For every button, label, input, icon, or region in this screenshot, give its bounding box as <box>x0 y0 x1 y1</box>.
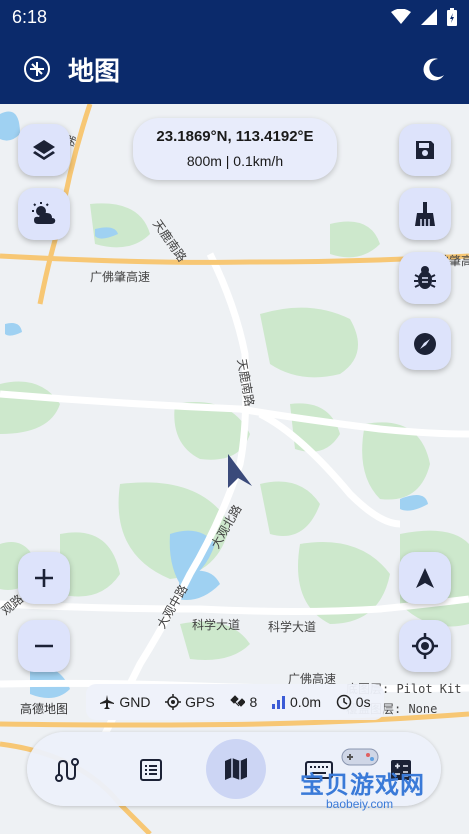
clock-icon <box>336 694 352 710</box>
debug-button[interactable] <box>399 252 451 304</box>
weather-button[interactable] <box>18 188 70 240</box>
broom-icon <box>415 202 435 226</box>
gps-icon <box>165 694 182 710</box>
watermark: 宝贝游戏网 baobeiy.com <box>300 745 450 815</box>
airplane-icon <box>100 695 115 709</box>
battery-icon <box>447 8 457 26</box>
road-label: 广佛肇高速 <box>90 270 151 284</box>
zoom-in-button[interactable] <box>18 552 70 604</box>
coordinates: 23.1869°N, 113.4192°E <box>156 128 314 145</box>
nav-list[interactable] <box>123 742 179 798</box>
compass-icon <box>414 333 436 355</box>
layers-button[interactable] <box>18 124 70 176</box>
bug-icon <box>414 266 436 289</box>
my-location-icon <box>412 633 438 659</box>
zoom-out-button[interactable] <box>18 620 70 672</box>
gps-status: GPS <box>165 694 215 710</box>
locate-button[interactable] <box>399 620 451 672</box>
navigate-button[interactable] <box>399 552 451 604</box>
flight-mode: GND <box>99 694 150 710</box>
layers-icon <box>33 140 55 160</box>
page-title: 地图 <box>68 56 121 87</box>
list-icon <box>140 759 162 781</box>
coordinate-readout: 23.1869°N, 113.4192°E 800m | 0.1km/h <box>133 118 337 180</box>
signal-icon <box>421 9 437 25</box>
navigation-arrow-icon <box>416 568 434 588</box>
map-icon <box>225 758 247 780</box>
compass-button[interactable] <box>399 318 451 370</box>
clear-button[interactable] <box>399 188 451 240</box>
status-icons <box>391 8 457 26</box>
road-label: 科学大道 <box>268 620 317 634</box>
satellite-count: 8 <box>229 694 257 710</box>
drone-position-icon <box>228 454 252 488</box>
flight-status-bar: GND GPS 8 0.0m 0s <box>86 684 384 720</box>
app-logo-icon <box>24 56 50 82</box>
save-button[interactable] <box>399 124 451 176</box>
flight-timer: 0s <box>336 694 371 710</box>
wifi-icon <box>391 9 411 24</box>
watermark-name: 宝贝游戏网 <box>300 771 425 799</box>
clock: 6:18 <box>12 6 48 27</box>
app-bar: 地图 <box>0 34 469 104</box>
nav-map[interactable] <box>206 739 266 799</box>
plus-icon <box>35 569 53 587</box>
watermark-url: baobeiy.com <box>326 797 394 811</box>
road-label: 科学大道 <box>192 618 241 632</box>
save-icon <box>416 141 434 159</box>
signal-bars-icon <box>271 696 285 709</box>
satellite-icon <box>230 695 246 707</box>
altitude: 0.0m <box>271 694 321 710</box>
map-attribution: 高德地图 <box>20 702 69 716</box>
nav-route[interactable] <box>39 742 95 798</box>
weather-icon <box>32 202 56 224</box>
altitude-speed: 800m | 0.1km/h <box>186 153 284 169</box>
status-bar: 6:18 <box>0 0 469 34</box>
dark-mode-toggle-icon[interactable] <box>421 56 447 82</box>
route-icon <box>55 758 79 782</box>
minus-icon <box>35 644 53 648</box>
